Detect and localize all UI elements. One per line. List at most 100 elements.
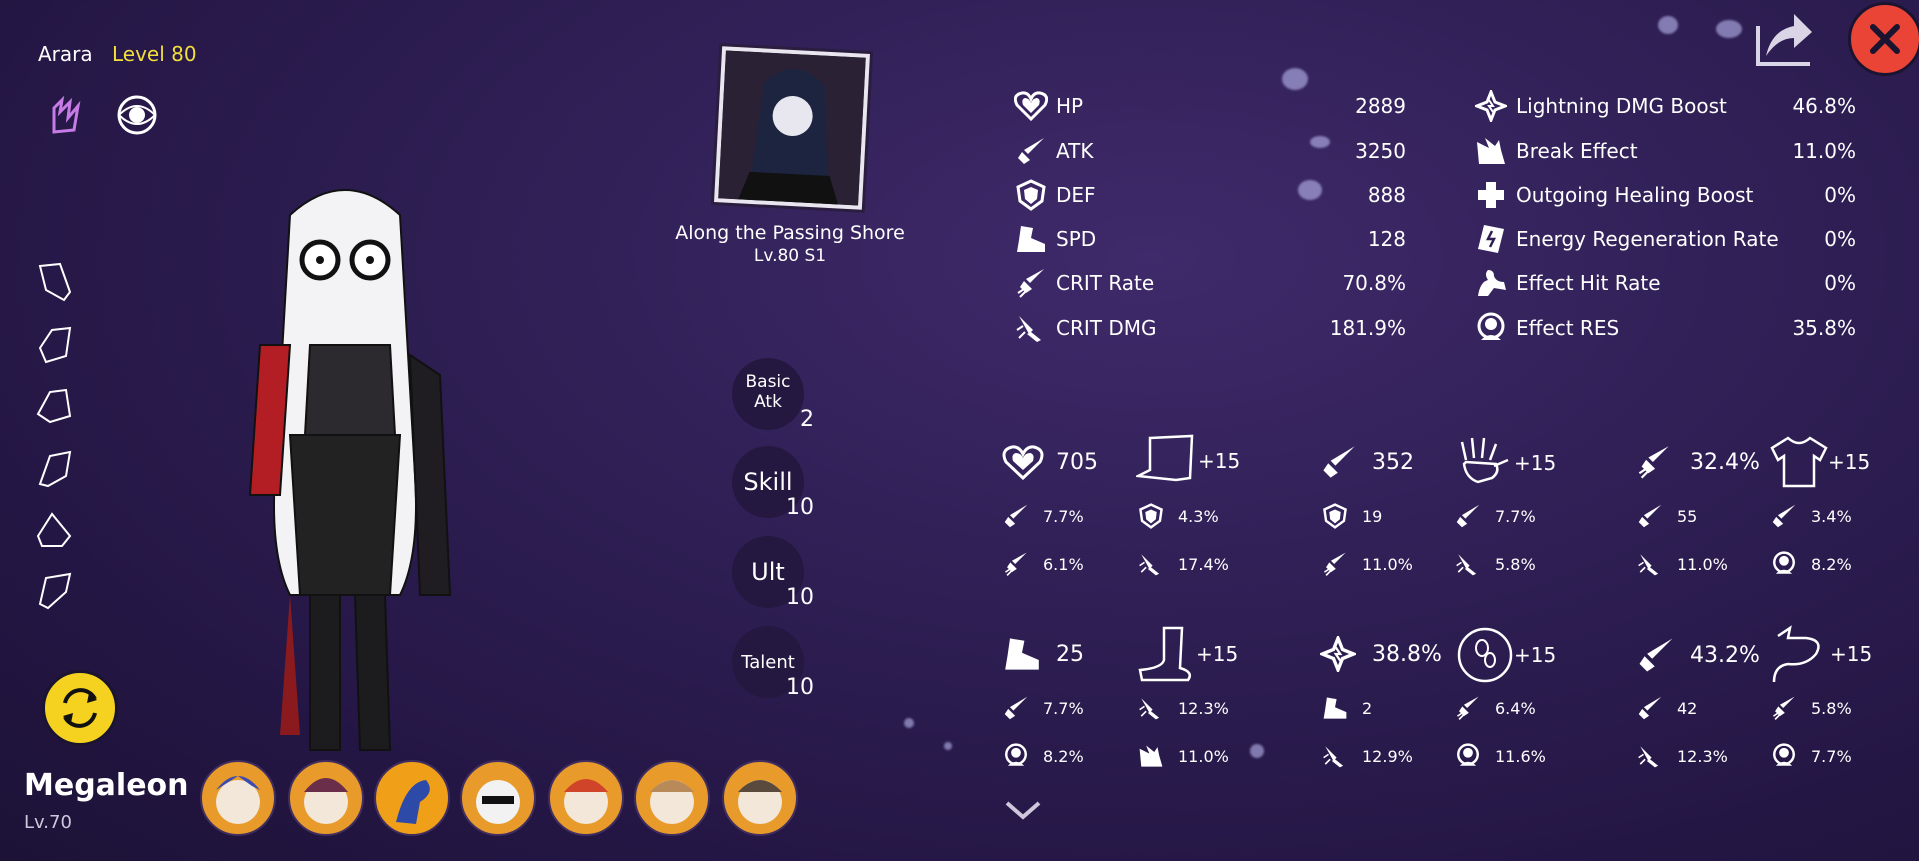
stat-label: CRIT Rate bbox=[1056, 271, 1155, 295]
relic-substat: 7.7% bbox=[1455, 503, 1536, 529]
relic-main-value: 38.8% bbox=[1372, 641, 1442, 667]
relic-rope-main-stat[interactable]: 43.2% bbox=[1636, 636, 1760, 674]
relic-feet-main-stat[interactable]: 25 bbox=[1002, 636, 1084, 672]
relic-hands-main-stat[interactable]: 352 bbox=[1320, 444, 1414, 480]
relic-substat: 5.8% bbox=[1455, 551, 1536, 577]
stat-hp: HP 2889 bbox=[1012, 89, 1406, 123]
relic-substat: 12.3% bbox=[1138, 695, 1229, 721]
break-icon bbox=[1472, 134, 1510, 168]
light-cone-card[interactable] bbox=[714, 46, 870, 210]
relic-substat: 2 bbox=[1322, 695, 1372, 721]
relic-substat: 3.4% bbox=[1771, 503, 1852, 529]
stat-value: 888 bbox=[1367, 183, 1406, 207]
relic-substat: 12.3% bbox=[1637, 743, 1728, 769]
crit-dmg-icon bbox=[1456, 554, 1477, 576]
sword-icon bbox=[1323, 446, 1355, 478]
boot-icon bbox=[1012, 222, 1050, 256]
stat-label: Break Effect bbox=[1516, 139, 1638, 163]
roster-character-avatar[interactable] bbox=[374, 760, 450, 836]
relic-substat: 7.7% bbox=[1003, 695, 1084, 721]
shield-icon bbox=[1012, 178, 1050, 212]
crit-dmg-icon bbox=[1638, 746, 1659, 768]
share-icon bbox=[1756, 14, 1812, 66]
roster-character-avatar[interactable] bbox=[460, 760, 536, 836]
relic-rope-piece[interactable]: +15 bbox=[1770, 624, 1872, 684]
relic-body-piece[interactable]: +15 bbox=[1770, 434, 1870, 490]
roster-character-avatar[interactable] bbox=[288, 760, 364, 836]
crit-dmg-icon bbox=[1323, 746, 1344, 768]
glove-icon bbox=[1460, 437, 1509, 484]
shield-icon bbox=[1323, 503, 1347, 529]
skill-level: 10 bbox=[786, 495, 814, 520]
character-name: Megaleon bbox=[24, 768, 189, 803]
eidolon-slot[interactable] bbox=[36, 570, 72, 610]
bokeh-decoration bbox=[1658, 16, 1678, 34]
roster-character-avatar[interactable] bbox=[548, 760, 624, 836]
relic-hands-piece[interactable]: +15 bbox=[1456, 434, 1556, 492]
effect-res-icon bbox=[1457, 743, 1479, 766]
link-rope-icon bbox=[1772, 625, 1820, 683]
share-button[interactable] bbox=[1752, 6, 1816, 70]
close-icon bbox=[1870, 24, 1900, 54]
relic-sphere-piece[interactable]: +15 bbox=[1456, 626, 1556, 684]
relic-sphere-main-stat[interactable]: 38.8% bbox=[1320, 636, 1442, 672]
roster-character-avatar[interactable] bbox=[634, 760, 710, 836]
effect-res-icon bbox=[1005, 743, 1027, 766]
boot-icon bbox=[1005, 638, 1039, 670]
relic-level: +15 bbox=[1828, 450, 1871, 474]
stat-crit-dmg: CRIT DMG 181.9% bbox=[1012, 311, 1406, 345]
bokeh-decoration bbox=[904, 718, 914, 728]
stat-label: Effect RES bbox=[1516, 316, 1620, 340]
relic-feet-piece[interactable]: +15 bbox=[1136, 624, 1238, 684]
stat-value: 3250 bbox=[1355, 139, 1406, 163]
eidolon-slot[interactable] bbox=[36, 448, 72, 488]
relic-substat: 11.0% bbox=[1322, 551, 1413, 577]
roster-character-avatar[interactable] bbox=[722, 760, 798, 836]
stat-value: 0% bbox=[1824, 227, 1856, 251]
crit-rate-icon bbox=[1004, 552, 1027, 576]
relic-head-piece[interactable]: +15 bbox=[1136, 434, 1240, 488]
crit-rate-icon bbox=[1638, 446, 1669, 479]
shield-icon bbox=[1139, 503, 1163, 529]
skill-label: Skill bbox=[743, 468, 793, 496]
stat-value: 35.8% bbox=[1792, 316, 1856, 340]
skill-basic-atk[interactable]: Basic Atk 2 bbox=[732, 358, 814, 432]
stat-value: 0% bbox=[1824, 183, 1856, 207]
effect-res-icon bbox=[1773, 743, 1795, 766]
stat-value: 70.8% bbox=[1342, 271, 1406, 295]
energy-icon bbox=[1472, 222, 1510, 256]
relic-substat: 19 bbox=[1322, 503, 1382, 529]
effect-res-icon bbox=[1773, 551, 1795, 574]
hat-icon bbox=[1136, 434, 1194, 482]
roster-character-avatar[interactable] bbox=[200, 760, 276, 836]
swap-character-button[interactable] bbox=[42, 670, 118, 746]
lightning-icon bbox=[1320, 636, 1356, 672]
close-button[interactable] bbox=[1848, 2, 1919, 76]
relic-head-main-stat[interactable]: 705 bbox=[1002, 444, 1098, 480]
skill-label: Ult bbox=[751, 558, 785, 586]
stat-label: Effect Hit Rate bbox=[1516, 271, 1661, 295]
stat-spd: SPD 128 bbox=[1012, 222, 1406, 256]
eidolon-slot[interactable] bbox=[36, 262, 72, 302]
skill-skill[interactable]: Skill 10 bbox=[732, 446, 814, 520]
bokeh-decoration bbox=[1282, 68, 1308, 90]
eidolon-slot[interactable] bbox=[36, 324, 72, 364]
light-cone-name: Along the Passing Shore bbox=[675, 222, 905, 244]
skill-ult[interactable]: Ult 10 bbox=[732, 536, 814, 610]
stat-label: SPD bbox=[1056, 227, 1097, 251]
boot-icon bbox=[1323, 697, 1347, 719]
eidolon-slot[interactable] bbox=[36, 386, 72, 426]
relic-substat: 11.0% bbox=[1138, 743, 1229, 769]
eidolon-slot[interactable] bbox=[36, 510, 72, 550]
skill-talent[interactable]: Talent 10 bbox=[732, 626, 814, 700]
player-level: Level 80 bbox=[112, 42, 197, 66]
scroll-down-button[interactable] bbox=[1003, 795, 1043, 825]
stat-healing-boost: Outgoing Healing Boost 0% bbox=[1472, 178, 1856, 212]
stat-value: 2889 bbox=[1355, 94, 1406, 118]
relic-body-main-stat[interactable]: 32.4% bbox=[1636, 444, 1760, 480]
skill-level: 2 bbox=[800, 407, 814, 432]
sword-icon bbox=[1772, 504, 1796, 528]
stat-label: DEF bbox=[1056, 183, 1096, 207]
crit-dmg-icon bbox=[1139, 554, 1160, 576]
stat-lightning-dmg: Lightning DMG Boost 46.8% bbox=[1472, 89, 1856, 123]
